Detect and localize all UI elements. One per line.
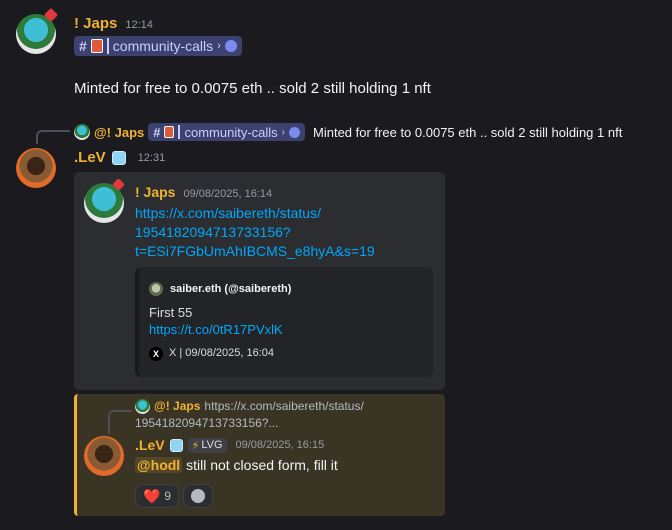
chevron-right-icon: › <box>281 126 286 138</box>
card-emoji-icon <box>164 126 175 138</box>
x-logo-icon: X <box>149 347 163 361</box>
forwarded-header: ! Japs 09/08/2025, 16:14 <box>135 184 272 200</box>
hash-icon: # <box>153 124 161 140</box>
reply-text: Minted for free to 0.0075 eth .. sold 2 … <box>313 124 623 140</box>
reaction-count: 9 <box>164 489 172 503</box>
reply-card-header: .LeV ⚡ LVG 09/08/2025, 16:15 <box>135 437 324 453</box>
embed-author[interactable]: saiber.eth (@saibereth) <box>170 283 291 295</box>
channel-name: community-calls <box>112 38 214 54</box>
avatar-lev[interactable] <box>84 436 124 476</box>
embed-footer: X | 09/08/2025, 16:04 <box>169 347 274 359</box>
reply-avatar <box>135 399 150 414</box>
author-name[interactable]: .LeV <box>74 149 106 166</box>
timestamp: 09/08/2025, 16:14 <box>183 188 273 200</box>
reply-avatar <box>74 124 90 140</box>
lightning-icon: ⚡ <box>191 439 200 452</box>
author-name[interactable]: ! Japs <box>74 15 117 32</box>
chevron-right-icon: › <box>217 40 221 52</box>
divider-bar <box>178 125 181 139</box>
timestamp: 12:14 <box>125 19 153 31</box>
reply-spine <box>36 130 70 144</box>
embed-author-avatar <box>149 282 163 296</box>
message1-text: Minted for free to 0.0075 eth .. sold 2 … <box>74 80 431 97</box>
embed-link[interactable]: https://t.co/0tR17PVxlK <box>149 322 283 337</box>
reply-spine <box>108 410 132 434</box>
reply-channel-link[interactable]: # community-calls › <box>148 123 306 141</box>
reply-card-text: @hodl still not closed form, fill it <box>135 457 338 473</box>
badge-label: LVG <box>201 439 223 451</box>
thread-bubble-icon <box>289 126 301 138</box>
ice-cube-icon <box>111 150 126 165</box>
reply-reference[interactable]: @! Japs https://x.com/saibereth/status/ … <box>135 398 425 432</box>
thread-bubble-icon <box>224 40 237 52</box>
link-line: 1954182094713733156? <box>135 224 291 240</box>
embed-text: First 55 <box>149 305 193 320</box>
avatar-lev[interactable] <box>16 148 56 188</box>
channel-name: community-calls <box>184 124 278 140</box>
channel-link[interactable]: # community-calls › <box>74 36 242 56</box>
timestamp: 12:31 <box>137 151 166 164</box>
divider-bar <box>106 38 109 54</box>
role-badge: ⚡ LVG <box>187 437 227 453</box>
add-reaction-button[interactable] <box>183 484 213 508</box>
timestamp: 09/08/2025, 16:15 <box>235 439 325 451</box>
reply-author[interactable]: @! Japs <box>94 125 144 140</box>
ice-cube-icon <box>169 438 183 452</box>
author-name[interactable]: ! Japs <box>135 184 175 200</box>
link-line: https://x.com/saibereth/status/ <box>135 205 321 221</box>
message2-header: .LeV 12:31 <box>74 149 165 166</box>
user-mention[interactable]: @hodl <box>135 457 183 473</box>
link-line: t=ESi7FGbUmAhIBCMS_e8hyA&s=19 <box>135 243 375 259</box>
hash-icon: # <box>79 38 87 54</box>
author-name[interactable]: .LeV <box>135 437 165 453</box>
heart-emoji-icon: ❤️ <box>142 487 161 504</box>
message1-header: ! Japs 12:14 <box>74 15 153 32</box>
card-emoji-icon <box>90 39 103 53</box>
reply-text-cont: 1954182094713733156?... <box>135 416 279 430</box>
forwarded-link[interactable]: https://x.com/saibereth/status/ 19541820… <box>135 204 375 261</box>
smiley-icon <box>191 489 205 503</box>
reaction-heart[interactable]: ❤️ 9 <box>135 484 179 508</box>
reply-preview[interactable]: @! Japs # community-calls › Minted for f… <box>74 123 622 141</box>
reply-text: https://x.com/saibereth/status/ <box>204 399 364 413</box>
message-text: still not closed form, fill it <box>182 457 338 473</box>
reply-author[interactable]: @! Japs <box>154 398 200 415</box>
